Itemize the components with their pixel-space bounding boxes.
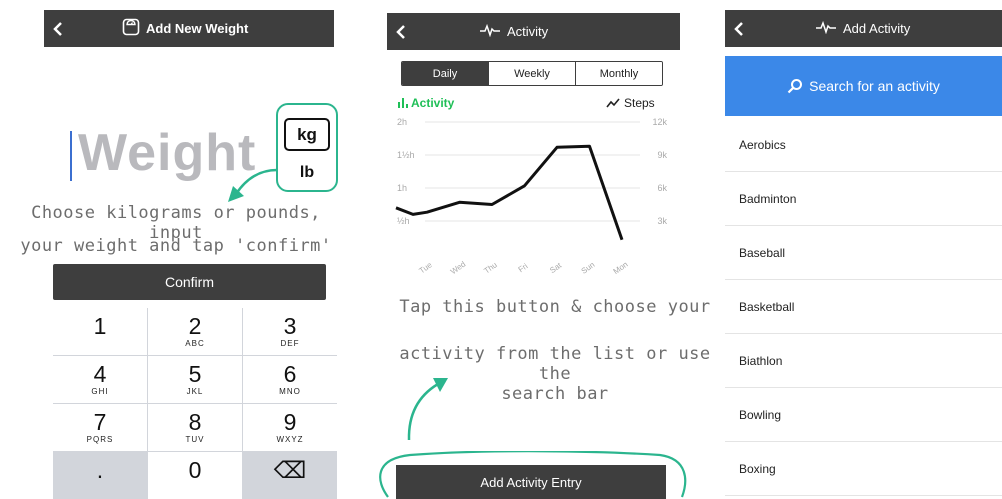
- keypad-key[interactable]: 6 MNO: [243, 356, 337, 403]
- line-chart-icon: [606, 98, 620, 108]
- key-digit: 0: [188, 457, 202, 483]
- x-tick-label: Tue: [417, 260, 434, 275]
- confirm-button[interactable]: Confirm: [53, 264, 326, 300]
- key-digit: .: [96, 457, 104, 483]
- annotation-text: Tap this button & choose your: [399, 297, 711, 317]
- annotation-arrow-icon: [228, 168, 278, 202]
- keypad-key[interactable]: 7 PQRS: [53, 404, 147, 451]
- list-item[interactable]: Bowling: [725, 388, 1002, 442]
- chevron-left-icon: [734, 21, 743, 36]
- x-tick-label: Thu: [482, 260, 498, 275]
- key-digit: 2: [188, 313, 202, 339]
- y-tick-label-left: ½h: [397, 216, 410, 226]
- weight-header: Add New Weight: [44, 10, 334, 47]
- tab-weekly[interactable]: Weekly: [489, 62, 576, 85]
- y-tick-label-right: 9k: [657, 150, 667, 160]
- x-tick-label: Mon: [612, 260, 630, 276]
- keypad-key[interactable]: 3 DEF: [243, 308, 337, 355]
- activity-header: Activity: [387, 13, 680, 50]
- back-button[interactable]: [44, 21, 72, 37]
- list-item[interactable]: Biathlon: [725, 334, 1002, 388]
- tab-monthly[interactable]: Monthly: [576, 62, 662, 85]
- key-letters: TUV: [185, 435, 205, 444]
- x-tick-label: Wed: [449, 260, 468, 277]
- y-tick-label-right: 6k: [657, 183, 667, 193]
- text-cursor: [70, 131, 72, 181]
- keypad-key[interactable]: 9 WXYZ: [243, 404, 337, 451]
- key-digit: 4: [93, 361, 107, 387]
- list-item[interactable]: Aerobics: [725, 118, 1002, 172]
- unit-kg-button[interactable]: kg: [284, 118, 330, 151]
- pulse-icon: [479, 23, 501, 40]
- keypad-key[interactable]: 4 GHI: [53, 356, 147, 403]
- key-letters: DEF: [280, 339, 300, 348]
- x-tick-label: Fri: [517, 261, 530, 274]
- numeric-keypad: 1 2 ABC 3 DEF 4 GHI 5 JKL 6 MNO 7 PQRS 8 TUV 9 WXYZ. 0 ⌫: [53, 308, 337, 499]
- list-item[interactable]: Basketball: [725, 280, 1002, 334]
- list-item[interactable]: Baseball: [725, 226, 1002, 280]
- scale-icon: [122, 18, 140, 39]
- keypad-key[interactable]: 2 ABC: [148, 308, 242, 355]
- annotation-arrow-icon: [407, 378, 448, 441]
- list-item[interactable]: Boxing: [725, 442, 1002, 496]
- chevron-left-icon: [53, 21, 62, 36]
- unit-lb-button[interactable]: lb: [284, 162, 330, 184]
- add-activity-entry-button[interactable]: Add Activity Entry: [396, 465, 666, 499]
- key-letters: GHI: [91, 387, 109, 396]
- keypad-key[interactable]: 1: [53, 308, 147, 355]
- key-letters: JKL: [186, 387, 204, 396]
- legend-steps: Steps: [606, 96, 655, 110]
- key-digit: 3: [283, 313, 297, 339]
- list-item[interactable]: Badminton: [725, 172, 1002, 226]
- activity-chart: 2h 12k 1½h 9k 1h 6k ½h 3k Tue Wed Thu Fri Sat Sun Mon: [395, 117, 667, 277]
- key-letters: MNO: [279, 387, 301, 396]
- y-tick-label-right: 3k: [657, 216, 667, 226]
- y-tick-label-left: 1½h: [397, 150, 415, 160]
- activity-list: Aerobics Badminton Baseball Basketball Biath…: [725, 118, 1002, 496]
- back-button[interactable]: [725, 21, 753, 37]
- keypad-key[interactable]: 5 JKL: [148, 356, 242, 403]
- backspace-icon: ⌫: [273, 457, 307, 483]
- y-tick-label-left: 1h: [397, 183, 407, 193]
- period-tabs: Daily Weekly Monthly: [401, 61, 663, 86]
- tab-daily[interactable]: Daily: [402, 62, 489, 85]
- back-button[interactable]: [387, 24, 415, 40]
- add-activity-header: Add Activity: [725, 10, 1002, 47]
- activity-search-input[interactable]: Search for an activity: [725, 56, 1002, 116]
- backspace-key[interactable]: ⌫: [243, 452, 337, 499]
- key-digit: 5: [188, 361, 202, 387]
- y-tick-label-left: 2h: [397, 117, 407, 127]
- page-title: Add New Weight: [146, 21, 249, 36]
- key-digit: 8: [188, 409, 202, 435]
- bar-chart-icon: [398, 98, 408, 108]
- steps-series-line: [395, 144, 624, 241]
- y-tick-label-right: 12k: [652, 117, 667, 127]
- annotation-text: your weight and tap 'confirm': [20, 236, 332, 256]
- keypad-key[interactable]: .: [53, 452, 147, 499]
- keypad-key[interactable]: 8 TUV: [148, 404, 242, 451]
- search-placeholder: Search for an activity: [809, 78, 940, 94]
- keypad-key[interactable]: 0: [148, 452, 242, 499]
- page-title: Add Activity: [843, 21, 911, 36]
- key-letters: ABC: [185, 339, 205, 348]
- key-digit: 1: [93, 313, 107, 339]
- key-letters: PQRS: [86, 435, 114, 444]
- key-digit: 9: [283, 409, 297, 435]
- x-tick-label: Sun: [580, 260, 597, 276]
- key-letters: WXYZ: [276, 435, 304, 444]
- pulse-icon: [815, 20, 837, 37]
- search-icon: [787, 79, 803, 94]
- key-digit: 6: [283, 361, 297, 387]
- key-digit: 7: [93, 409, 107, 435]
- x-tick-label: Sat: [548, 260, 564, 275]
- page-title: Activity: [507, 24, 549, 39]
- legend-activity: Activity: [398, 96, 454, 110]
- chevron-left-icon: [396, 24, 405, 39]
